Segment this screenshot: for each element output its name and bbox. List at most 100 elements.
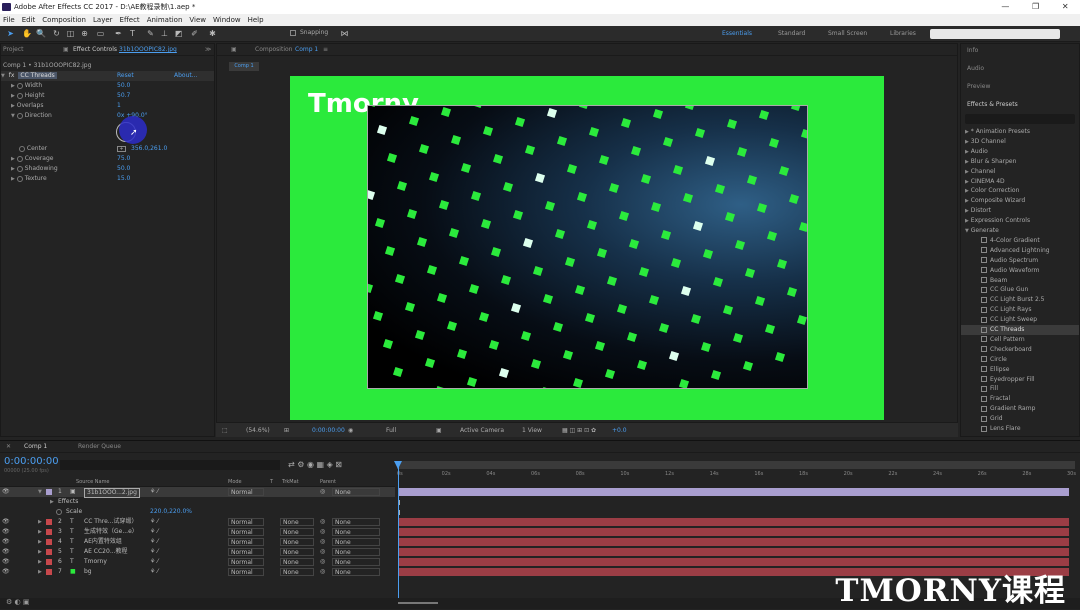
effect-item[interactable]: CC Light Sweep xyxy=(961,315,1079,325)
effects-presets-title[interactable]: Effects & Presets xyxy=(963,100,1018,110)
visibility-eye-icon[interactable]: 👁 xyxy=(2,537,10,547)
timeline-search-input[interactable] xyxy=(60,460,280,470)
workspace-libraries[interactable]: Libraries xyxy=(890,30,916,37)
effects-category[interactable]: ▶ CINEMA 4D xyxy=(961,177,1005,187)
expand-triangle-icon[interactable]: ▶ xyxy=(50,497,54,507)
menu-layer[interactable]: Layer xyxy=(93,14,113,26)
comp-menu-icon[interactable]: ≡ xyxy=(323,45,328,55)
expand-triangle-icon[interactable]: ▼ xyxy=(38,487,42,497)
audio-panel-title[interactable]: Audio xyxy=(963,64,984,74)
workspace-standard[interactable]: Standard xyxy=(778,30,805,37)
label-color-swatch[interactable] xyxy=(46,489,52,495)
effect-item[interactable]: 4-Color Gradient xyxy=(961,236,1079,246)
trkmat-select[interactable]: None xyxy=(280,548,314,556)
resolution-select[interactable]: Full xyxy=(386,423,396,438)
parent-select[interactable]: None xyxy=(332,548,380,556)
mode-select[interactable]: Normal xyxy=(228,568,264,576)
effect-item[interactable]: CC Light Rays xyxy=(961,305,1079,315)
layer-duration-bar[interactable] xyxy=(399,488,1069,496)
stopwatch-icon[interactable] xyxy=(16,82,23,89)
workspace-essentials[interactable]: Essentials xyxy=(722,30,752,37)
reset-link[interactable]: Reset xyxy=(117,71,134,81)
layer-name[interactable]: CC Thre...试穿缎） xyxy=(84,517,138,527)
parent-pickwhip-icon[interactable]: ◎ xyxy=(320,557,325,567)
time-ruler[interactable]: 0s 02s 04s 06s 08s 10s 12s 14s 16s 18s 20s 22s 24s 26… xyxy=(397,469,1076,481)
parent-select[interactable]: None xyxy=(332,518,380,526)
stopwatch-icon[interactable] xyxy=(16,165,23,172)
view-layout-select[interactable]: 1 View xyxy=(522,423,542,438)
label-color-swatch[interactable] xyxy=(46,519,52,525)
pan-behind-tool-icon[interactable]: ⊕ xyxy=(80,29,89,38)
center-value[interactable]: 356.0,261.0 xyxy=(131,144,167,154)
layer-name[interactable]: 生成特效（Ge...e） xyxy=(84,527,138,537)
stopwatch-icon[interactable] xyxy=(56,509,62,515)
timeline-timecode[interactable]: 0:00:00:00 xyxy=(4,456,59,467)
effect-header-row[interactable]: ▼ fx CC Threads Reset About... xyxy=(1,71,214,81)
effect-item[interactable]: Audio Waveform xyxy=(961,266,1079,276)
layer-row[interactable]: 👁 ▶ 7 ■ bg ⚘ ⁄ Normal None ◎ None xyxy=(0,567,395,577)
clone-stamp-tool-icon[interactable]: ⊥ xyxy=(160,29,169,38)
trkmat-select[interactable]: None xyxy=(280,568,314,576)
effects-category[interactable]: ▶ Distort xyxy=(961,206,991,216)
layer-name[interactable]: AE内置特效组 xyxy=(84,537,122,547)
layer-row[interactable]: 👁 ▶ 3 T 生成特效（Ge...e） ⚘ ⁄ Normal None ◎ None xyxy=(0,527,395,537)
menu-view[interactable]: View xyxy=(189,14,206,26)
menu-window[interactable]: Window xyxy=(213,14,241,26)
trkmat-select[interactable]: None xyxy=(280,528,314,536)
crosshair-icon[interactable]: + xyxy=(117,146,126,152)
height-value[interactable]: 50.7 xyxy=(117,91,130,101)
effects-category[interactable]: ▶ Audio xyxy=(961,147,988,157)
layer-switches-icon[interactable]: ⚘ ⁄ xyxy=(150,537,158,547)
menu-edit[interactable]: Edit xyxy=(22,14,36,26)
layer-duration-bar[interactable] xyxy=(399,518,1069,526)
layer-name[interactable]: AE CC20...教程 xyxy=(84,547,128,557)
maximize-button[interactable]: ❐ xyxy=(1032,0,1039,14)
work-area-bar[interactable] xyxy=(397,461,1075,469)
effect-item[interactable]: Audio Spectrum xyxy=(961,256,1079,266)
rectangle-tool-icon[interactable]: ▭ xyxy=(96,29,105,38)
trkmat-select[interactable]: None xyxy=(280,538,314,546)
mode-select[interactable]: Normal xyxy=(228,518,264,526)
effects-category[interactable]: ▶ Color Correction xyxy=(961,186,1019,196)
camera-select[interactable]: Active Camera xyxy=(460,423,504,438)
close-button[interactable]: ✕ xyxy=(1062,0,1069,14)
visibility-eye-icon[interactable]: 👁 xyxy=(2,527,10,537)
workspace-small-screen[interactable]: Small Screen xyxy=(828,30,867,37)
parent-select[interactable]: None xyxy=(332,538,380,546)
col-t[interactable]: T xyxy=(270,477,273,487)
effects-category-generate[interactable]: ▼ Generate xyxy=(961,226,999,236)
stopwatch-icon[interactable] xyxy=(16,175,23,182)
keyframe-marker[interactable] xyxy=(399,510,400,515)
tab-project[interactable]: Project xyxy=(3,45,24,55)
layer-switches-icon[interactable]: ⚘ ⁄ xyxy=(150,567,158,577)
snapshot-icon[interactable]: ◉ xyxy=(348,423,353,438)
visibility-eye-icon[interactable]: 👁 xyxy=(2,547,10,557)
parent-pickwhip-icon[interactable]: ◎ xyxy=(320,487,325,497)
effect-item[interactable]: Grid xyxy=(961,414,1079,424)
mode-select[interactable]: Normal xyxy=(228,558,264,566)
effect-item[interactable]: Cell Pattern xyxy=(961,335,1079,345)
effects-category[interactable]: ▶ Blur & Sharpen xyxy=(961,157,1016,167)
expand-triangle-icon[interactable]: ▶ xyxy=(38,547,42,557)
region-icon[interactable]: ▣ xyxy=(436,423,442,438)
menu-help[interactable]: Help xyxy=(248,14,264,26)
panel-menu-icon[interactable]: ≫ xyxy=(205,45,211,55)
parent-select[interactable]: None xyxy=(332,488,380,496)
layer-duration-bar[interactable] xyxy=(399,528,1069,536)
tab-composition[interactable]: Composition xyxy=(255,45,292,55)
effect-item[interactable]: Ellipse xyxy=(961,365,1079,375)
search-help-field[interactable] xyxy=(930,29,1060,39)
effect-item[interactable]: Circle xyxy=(961,355,1079,365)
effects-category[interactable]: ▶ Channel xyxy=(961,167,995,177)
stopwatch-icon[interactable] xyxy=(19,145,25,152)
label-color-swatch[interactable] xyxy=(46,559,52,565)
threads-image-layer[interactable] xyxy=(367,105,808,389)
stopwatch-icon[interactable] xyxy=(16,112,23,119)
layer-duration-bar[interactable] xyxy=(399,538,1069,546)
effects-category[interactable]: ▶ * Animation Presets xyxy=(961,127,1030,137)
hand-tool-icon[interactable]: ✋ xyxy=(22,29,32,38)
width-value[interactable]: 50.0 xyxy=(117,81,130,91)
layer-row[interactable]: 👁 ▼ 1 ▣ 31b1OOO...2.jpg ⚘ ⁄ Normal ◎ None xyxy=(0,487,395,498)
effect-item[interactable]: Beam xyxy=(961,276,1079,286)
mode-select[interactable]: Normal xyxy=(228,548,264,556)
